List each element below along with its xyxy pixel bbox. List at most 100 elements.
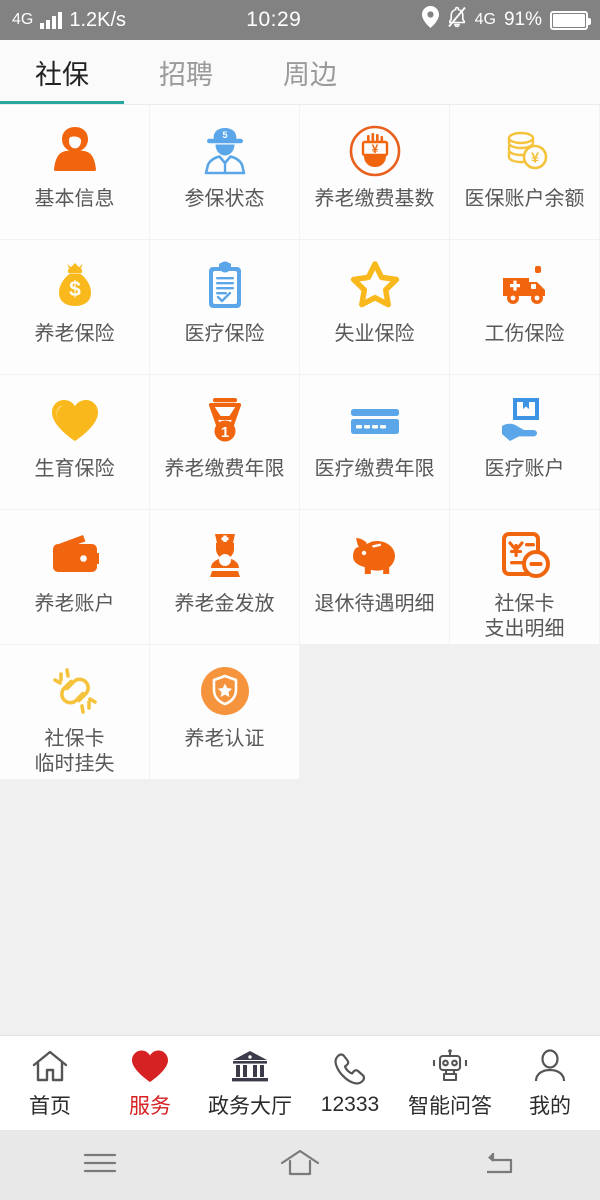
ambulance-icon: [497, 257, 553, 315]
hand-box-icon: [497, 392, 553, 450]
tab-label: 招聘: [159, 59, 213, 90]
bottom-nav-item-12333[interactable]: 12333: [300, 1050, 400, 1117]
bottom-nav-item-mine[interactable]: 我的: [500, 1047, 600, 1120]
menu-icon: [83, 1150, 117, 1181]
grid-item-label: 失业保险: [334, 323, 415, 345]
tab-zhaopin[interactable]: 招聘: [124, 40, 248, 104]
bottom-nav-item-service[interactable]: 服务: [100, 1047, 200, 1120]
grid-item-label: 工伤保险: [484, 323, 565, 345]
tab-shebao[interactable]: 社保: [0, 40, 124, 104]
grid-item-tuixiudaiyumingxi[interactable]: 退休待遇明细: [300, 510, 450, 645]
svg-text:¥: ¥: [371, 142, 378, 156]
grid-item-yanglaorenzheng[interactable]: 养老认证: [150, 645, 300, 780]
person-outline-icon: [533, 1047, 567, 1085]
svg-text:1: 1: [220, 424, 228, 441]
grid-item-shebaokalinshiguashi[interactable]: 社保卡 临时挂失: [0, 645, 150, 780]
grid-item-label: 生育保险: [34, 458, 115, 480]
svg-text:5: 5: [222, 130, 227, 140]
grid-item-label: 养老认证: [184, 728, 265, 750]
bottom-nav-item-home[interactable]: 首页: [0, 1047, 100, 1120]
bottom-navigation-bar: 首页 服务 政务大厅 12333 智能问答 我的: [0, 1035, 600, 1130]
grid-item-label: 基本信息: [34, 188, 115, 210]
bottom-nav-item-government-hall[interactable]: 政务大厅: [200, 1047, 300, 1120]
coins-yuan-icon: ¥: [497, 122, 553, 180]
shield-badge-icon: [197, 662, 253, 720]
android-navigation-bar: [0, 1130, 600, 1200]
heart-icon: [47, 392, 103, 450]
service-grid: 基本信息 5 参保状态 ¥ 养老缴费基数 ¥ 医保账户余额 $ 养老保险 医疗保…: [0, 105, 600, 780]
battery-icon: [550, 10, 591, 30]
grid-item-yanglaojiaofeijishu[interactable]: ¥ 养老缴费基数: [300, 105, 450, 240]
grid-item-yanglaojiaofeinianxian[interactable]: 1 养老缴费年限: [150, 375, 300, 510]
top-tab-bar: 社保 招聘 周边: [0, 40, 600, 105]
android-home-button[interactable]: [200, 1148, 400, 1183]
worker-cap-icon: 5: [197, 122, 253, 180]
credit-card-icon: [347, 392, 403, 450]
bottom-nav-label: 服务: [129, 1094, 171, 1118]
status-bar-left: 4G 1.2K/s: [12, 9, 126, 32]
home-icon: [32, 1047, 68, 1085]
tab-label: 周边: [283, 59, 337, 90]
grid-item-label: 参保状态: [184, 188, 265, 210]
medal-icon: 1: [197, 392, 253, 450]
status-bar-clock: 10:29: [246, 8, 302, 31]
grid-item-label: 养老保险: [34, 323, 115, 345]
bottom-nav-item-smart-qa[interactable]: 智能问答: [400, 1047, 500, 1120]
grid-item-shebaokazhichumingxi[interactable]: 社保卡 支出明细: [450, 510, 600, 645]
piggy-bank-icon: [347, 527, 403, 585]
bottom-nav-label: 12333: [320, 1092, 380, 1116]
grid-item-label: 社保卡 支出明细: [484, 593, 565, 640]
grid-item-yiliaojiaofeinianxian[interactable]: 医疗缴费年限: [300, 375, 450, 510]
clipboard-check-icon: [197, 257, 253, 315]
grid-item-yiliaobaoxian[interactable]: 医疗保险: [150, 240, 300, 375]
grid-item-yanglaozhanghu[interactable]: 养老账户: [0, 510, 150, 645]
android-menu-button[interactable]: [0, 1150, 200, 1181]
grid-item-yibaozhanghuyue[interactable]: ¥ 医保账户余额: [450, 105, 600, 240]
bank-icon: [231, 1047, 269, 1085]
bottom-nav-label: 首页: [29, 1094, 71, 1118]
location-pin-icon: [421, 6, 439, 34]
heart-filled-icon: [131, 1047, 169, 1085]
grid-item-label: 养老缴费年限: [164, 458, 285, 480]
home-outline-icon: [280, 1148, 320, 1183]
tab-label: 社保: [35, 59, 89, 90]
svg-text:$: $: [69, 278, 81, 301]
grid-item-label: 医保账户余额: [464, 188, 585, 210]
android-back-button[interactable]: [400, 1149, 600, 1182]
app-root: 4G 1.2K/s 10:29 4G 91% 社保 招聘 周边 基本信息 5 参…: [0, 0, 600, 1200]
back-icon: [483, 1149, 517, 1182]
status-bar: 4G 1.2K/s 10:29 4G 91%: [0, 0, 600, 40]
phone-icon: [333, 1050, 367, 1088]
grid-item-label: 医疗缴费年限: [314, 458, 435, 480]
grid-item-yanglaojinfafang[interactable]: 养老金发放: [150, 510, 300, 645]
status-bar-right: 4G 91%: [421, 6, 591, 34]
tab-zhoubian[interactable]: 周边: [248, 40, 372, 104]
money-bag-icon: $: [47, 257, 103, 315]
star-icon: [347, 257, 403, 315]
grid-item-jibenxinxi[interactable]: 基本信息: [0, 105, 150, 240]
network-speed-label: 1.2K/s: [69, 8, 127, 31]
grid-item-shengyubaoxian[interactable]: 生育保险: [0, 375, 150, 510]
broken-link-icon: [47, 662, 103, 720]
wallet-icon: [47, 527, 103, 585]
person-orange-icon: [47, 122, 103, 180]
grid-item-gongshangbaoxian[interactable]: 工伤保险: [450, 240, 600, 375]
nurse-icon: [197, 527, 253, 585]
grid-item-label: 养老金发放: [174, 593, 275, 615]
signal-bars-icon: [40, 11, 63, 29]
grid-item-label: 医疗账户: [484, 458, 565, 480]
grid-item-canbaozhuangtai[interactable]: 5 参保状态: [150, 105, 300, 240]
grid-item-label: 退休待遇明细: [314, 593, 435, 615]
grid-item-label: 养老账户: [34, 593, 115, 615]
grid-item-yanglaobaoxian[interactable]: $ 养老保险: [0, 240, 150, 375]
yuan-hand-circle-icon: ¥: [347, 122, 403, 180]
grid-item-shiyebaoxian[interactable]: 失业保险: [300, 240, 450, 375]
grid-item-label: 社保卡 临时挂失: [34, 728, 115, 775]
grid-item-label: 医疗保险: [184, 323, 265, 345]
yuan-doc-minus-icon: [497, 527, 553, 585]
network-type-right-label: 4G: [474, 11, 496, 28]
bottom-nav-label: 智能问答: [408, 1094, 492, 1118]
bell-muted-icon: [447, 6, 467, 34]
grid-item-yiliaozhanghu[interactable]: 医疗账户: [450, 375, 600, 510]
robot-icon: [432, 1047, 468, 1085]
